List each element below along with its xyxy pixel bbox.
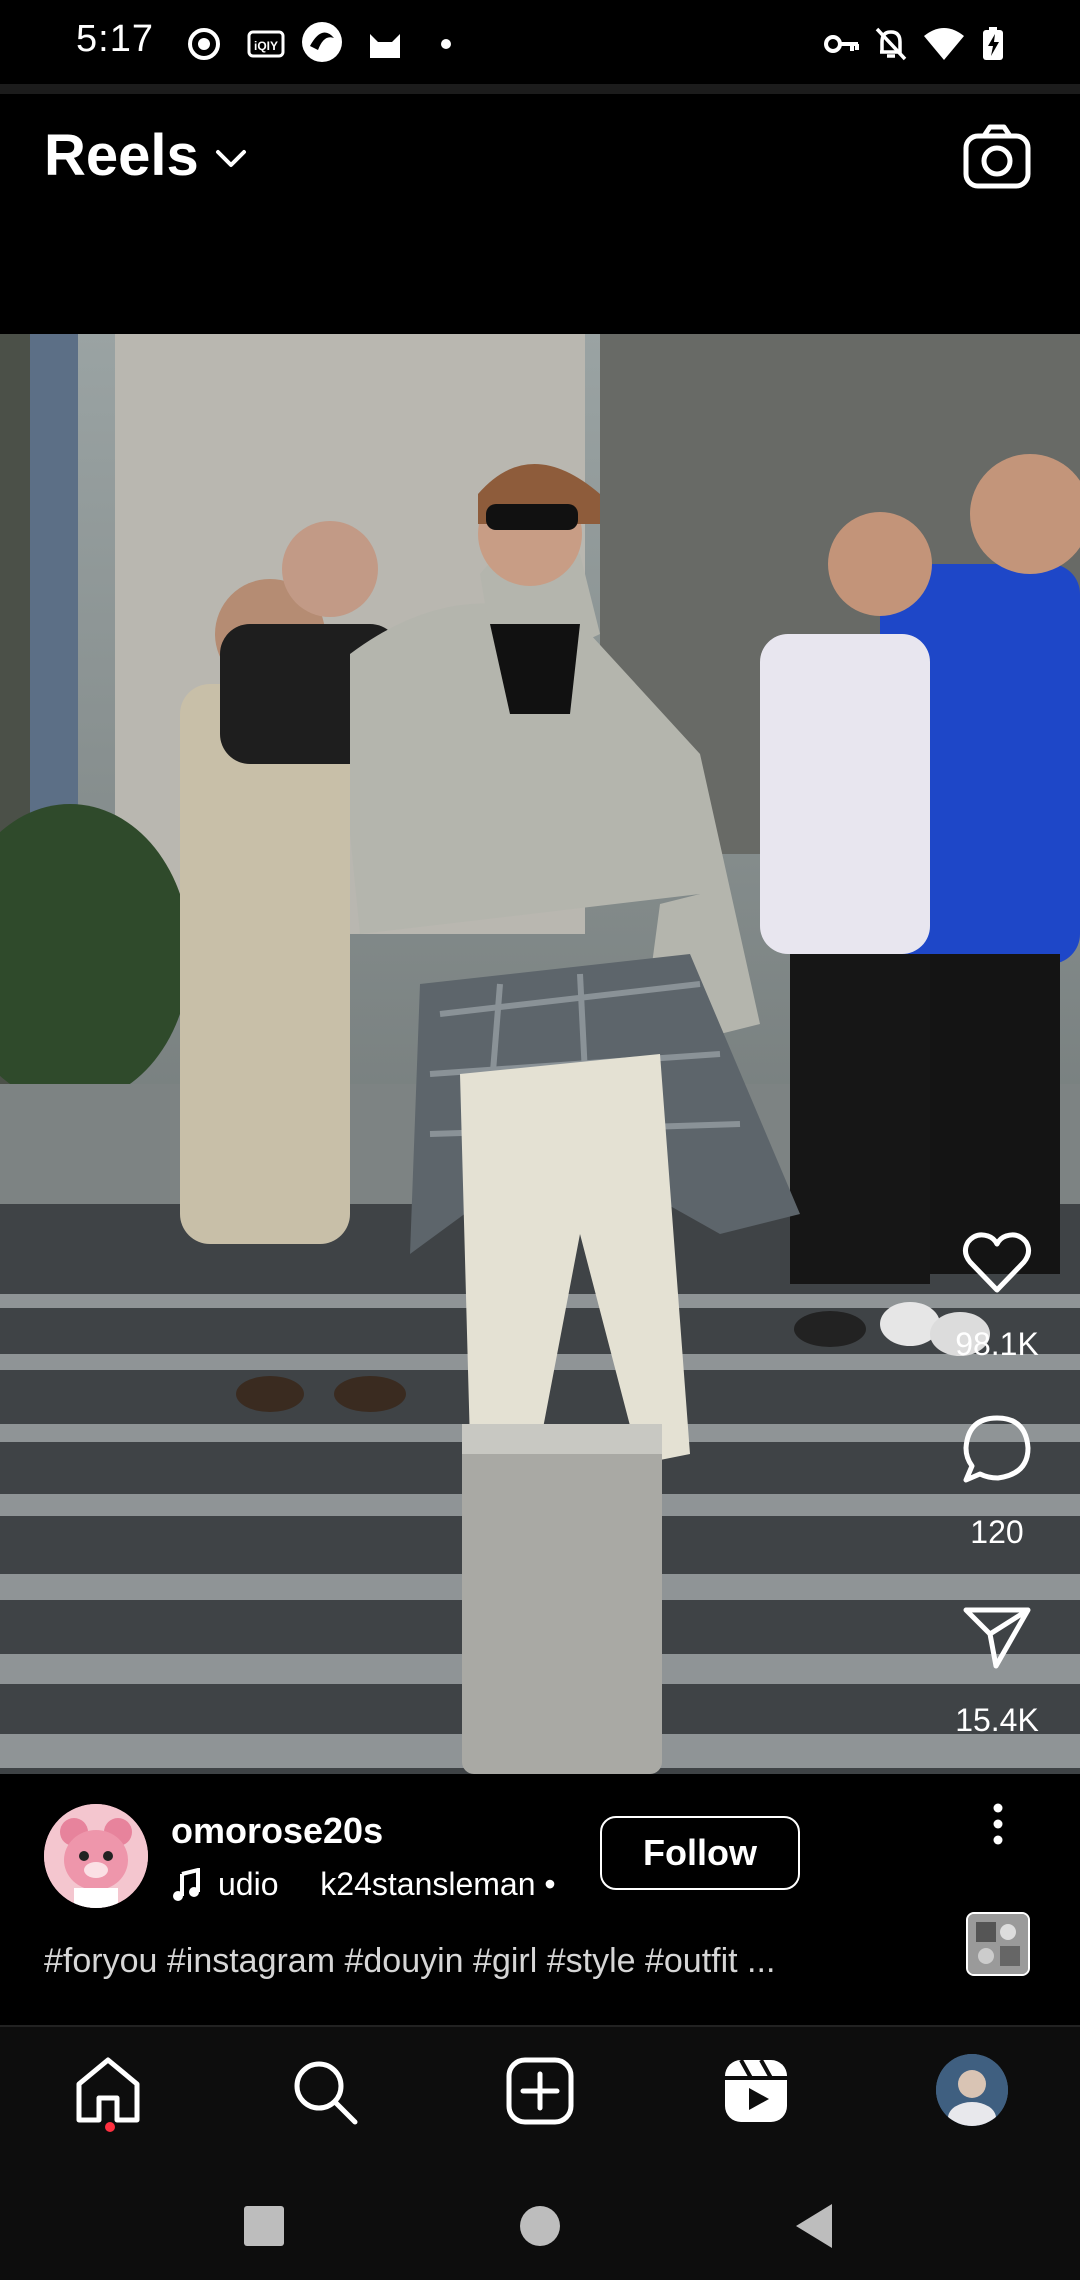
cat-app-icon (370, 34, 400, 58)
more-options-icon[interactable] (978, 1800, 1018, 1848)
iqiyi-icon: iQIY (247, 30, 285, 58)
app-icon (302, 22, 342, 62)
page-title[interactable]: Reels (44, 122, 199, 189)
create-icon[interactable] (503, 2054, 577, 2128)
camera-icon[interactable] (962, 122, 1032, 192)
audio-name: k24stansleman • (320, 1866, 556, 1902)
audio-thumbnail[interactable] (966, 1912, 1030, 1976)
home-notification-dot (105, 2122, 115, 2132)
recents-button[interactable] (234, 2196, 294, 2256)
chevron-down-icon[interactable] (214, 146, 248, 172)
bell-off-icon (875, 27, 907, 61)
reel-video[interactable] (0, 334, 1080, 1774)
wifi-icon (924, 28, 964, 60)
record-icon (188, 28, 220, 60)
status-time: 5:17 (76, 18, 154, 60)
svg-text:iQIY: iQIY (254, 39, 278, 53)
music-note-icon (173, 1868, 200, 1901)
status-bar (0, 0, 1080, 84)
share-count: 15.4K (955, 1702, 1039, 1738)
home-icon[interactable] (71, 2054, 145, 2128)
profile-photo-icon (936, 2054, 1008, 2126)
like-count: 98.1K (955, 1326, 1039, 1362)
profile-avatar[interactable] (936, 2054, 1008, 2126)
comment-bubble-icon[interactable] (960, 1412, 1034, 1486)
battery-charging-icon (983, 27, 1003, 60)
video-frame (0, 334, 1080, 1774)
pink-bear-avatar-icon (44, 1804, 148, 1908)
author-avatar[interactable] (44, 1804, 148, 1908)
vpn-key-icon (824, 35, 859, 53)
follow-button[interactable]: Follow (600, 1816, 800, 1890)
share-send-icon[interactable] (960, 1600, 1034, 1674)
audio-cover-icon (968, 1914, 1028, 1974)
reels-icon[interactable] (719, 2054, 793, 2128)
like-heart-icon[interactable] (960, 1226, 1034, 1300)
comment-count: 120 (970, 1514, 1024, 1550)
dot-icon (441, 39, 451, 49)
home-button[interactable] (510, 2196, 570, 2256)
post-caption[interactable]: #foryou #instagram #douyin #girl #style … (44, 1942, 775, 1981)
search-icon[interactable] (287, 2054, 361, 2128)
author-username[interactable]: omorose20s (171, 1810, 383, 1852)
status-divider (0, 84, 1080, 94)
back-button[interactable] (786, 2196, 846, 2256)
audio-track[interactable]: udio k24stansleman • (218, 1866, 556, 1903)
audio-prefix: udio (218, 1866, 279, 1902)
